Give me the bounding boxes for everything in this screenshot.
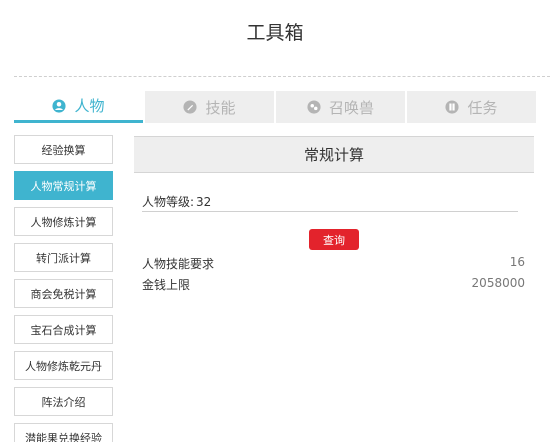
tab-label: 任务 <box>467 98 498 117</box>
tab-label: 人物 <box>74 97 105 115</box>
sidebar-item-tax-free-calc[interactable]: 商会免税计算 <box>14 279 113 308</box>
result-row: 金钱上限 2058000 <box>142 276 525 293</box>
sidebar-item-potential-fruit[interactable]: 潜能果兑换经验 <box>14 423 113 442</box>
sidebar: 经验换算 人物常规计算 人物修炼计算 转门派计算 商会免税计算 宝石合成计算 人… <box>14 135 113 442</box>
level-input[interactable] <box>196 194 297 209</box>
result-value: 2058000 <box>471 276 525 290</box>
result-label: 金钱上限 <box>142 278 191 292</box>
level-label: 人物等级: <box>142 195 195 209</box>
panel-title: 常规计算 <box>134 136 534 173</box>
person-icon <box>52 98 67 113</box>
result-label: 人物技能要求 <box>142 257 215 271</box>
level-row: 人物等级: <box>142 192 518 212</box>
result-row: 人物技能要求 16 <box>142 255 525 272</box>
tab-skill[interactable]: 技能 <box>145 91 274 123</box>
result-value: 16 <box>509 255 525 269</box>
query-button[interactable]: 查询 <box>309 229 359 250</box>
main-tabs: 人物 技能 召唤兽 任务 <box>14 91 536 123</box>
sidebar-item-exp-conversion[interactable]: 经验换算 <box>14 135 113 164</box>
skill-icon <box>183 100 198 114</box>
tab-person[interactable]: 人物 <box>14 91 143 123</box>
sidebar-item-formation-intro[interactable]: 阵法介绍 <box>14 387 113 416</box>
summon-icon <box>307 100 321 114</box>
tab-summon[interactable]: 召唤兽 <box>276 91 405 123</box>
divider <box>14 76 550 77</box>
task-icon <box>445 100 460 114</box>
sidebar-item-qianyuan-pill[interactable]: 人物修炼乾元丹 <box>14 351 113 380</box>
sidebar-item-regular-calc[interactable]: 人物常规计算 <box>14 171 113 200</box>
sidebar-item-gem-calc[interactable]: 宝石合成计算 <box>14 315 113 344</box>
tab-label: 召唤兽 <box>328 98 374 117</box>
sidebar-item-sect-transfer-calc[interactable]: 转门派计算 <box>14 243 113 272</box>
tab-task[interactable]: 任务 <box>407 91 536 123</box>
tab-label: 技能 <box>205 98 236 117</box>
page-title: 工具箱 <box>246 22 304 44</box>
sidebar-item-cultivation-calc[interactable]: 人物修炼计算 <box>14 207 113 236</box>
